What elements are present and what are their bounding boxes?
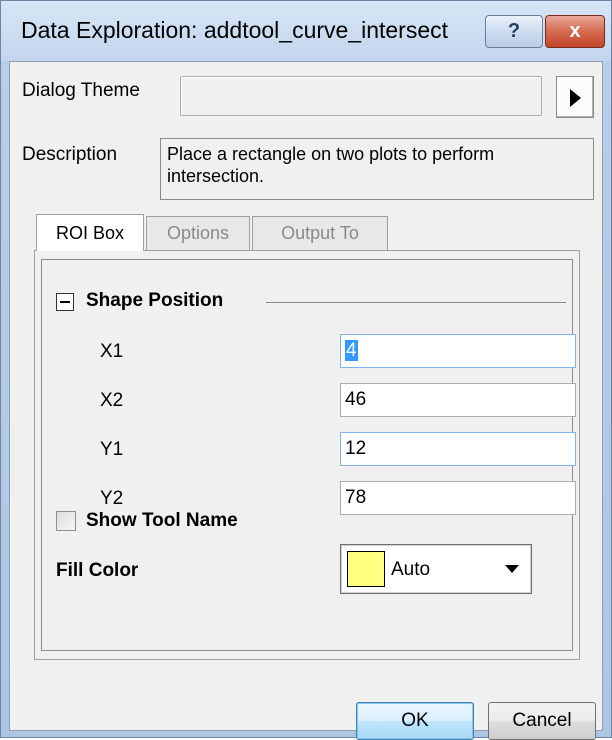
tab-roi-box[interactable]: ROI Box <box>36 214 144 251</box>
title-bar[interactable]: Data Exploration: addtool_curve_intersec… <box>1 1 611 61</box>
tab-output-to[interactable]: Output To <box>252 216 388 250</box>
y1-label: Y1 <box>100 439 124 460</box>
x2-label: X2 <box>100 390 124 411</box>
description-text: Place a rectangle on two plots to perfor… <box>160 138 594 200</box>
cancel-button[interactable]: Cancel <box>488 702 596 740</box>
fill-color-label: Fill Color <box>56 560 139 581</box>
show-tool-name-label[interactable]: Show Tool Name <box>86 510 238 532</box>
collapse-icon[interactable] <box>56 293 74 311</box>
fill-color-dropdown[interactable]: Auto <box>340 544 532 594</box>
color-swatch <box>347 551 385 587</box>
x1-label: X1 <box>100 341 124 362</box>
tab-options[interactable]: Options <box>146 216 250 250</box>
description-label: Description <box>22 144 118 165</box>
x1-value: 4 <box>345 340 358 361</box>
dialog-window: Data Exploration: addtool_curve_intersec… <box>0 0 612 740</box>
close-button[interactable]: x <box>545 15 605 48</box>
y2-value: 78 <box>345 487 367 508</box>
ok-button[interactable]: OK <box>356 702 474 740</box>
y1-value: 12 <box>345 438 367 459</box>
help-icon: ? <box>507 20 521 42</box>
shape-position-title: Shape Position <box>86 290 224 311</box>
dialog-body: Dialog Theme Description Place a rectang… <box>9 61 603 740</box>
fill-color-value: Auto <box>391 559 431 580</box>
help-button[interactable]: ? <box>485 15 543 48</box>
panel-frame: Shape Position X1 4 X2 46 Y1 12 Y2 78 Sh… <box>41 259 576 651</box>
show-tool-name-checkbox[interactable] <box>56 511 76 531</box>
close-icon: x <box>569 20 581 42</box>
x1-input[interactable]: 4 <box>340 334 576 368</box>
dialog-theme-combo[interactable] <box>180 76 542 116</box>
y2-input[interactable]: 78 <box>340 481 576 515</box>
theme-menu-button[interactable] <box>556 76 594 118</box>
play-right-icon <box>570 89 581 107</box>
dialog-theme-label: Dialog Theme <box>22 80 140 101</box>
window-title: Data Exploration: addtool_curve_intersec… <box>21 17 449 43</box>
y2-label: Y2 <box>100 488 124 509</box>
y1-input[interactable]: 12 <box>340 432 576 466</box>
roi-box-panel: Shape Position X1 4 X2 46 Y1 12 Y2 78 Sh… <box>34 250 580 660</box>
x2-value: 46 <box>345 389 367 410</box>
group-divider <box>266 302 566 303</box>
x2-input[interactable]: 46 <box>340 383 576 417</box>
chevron-down-icon <box>505 565 519 573</box>
